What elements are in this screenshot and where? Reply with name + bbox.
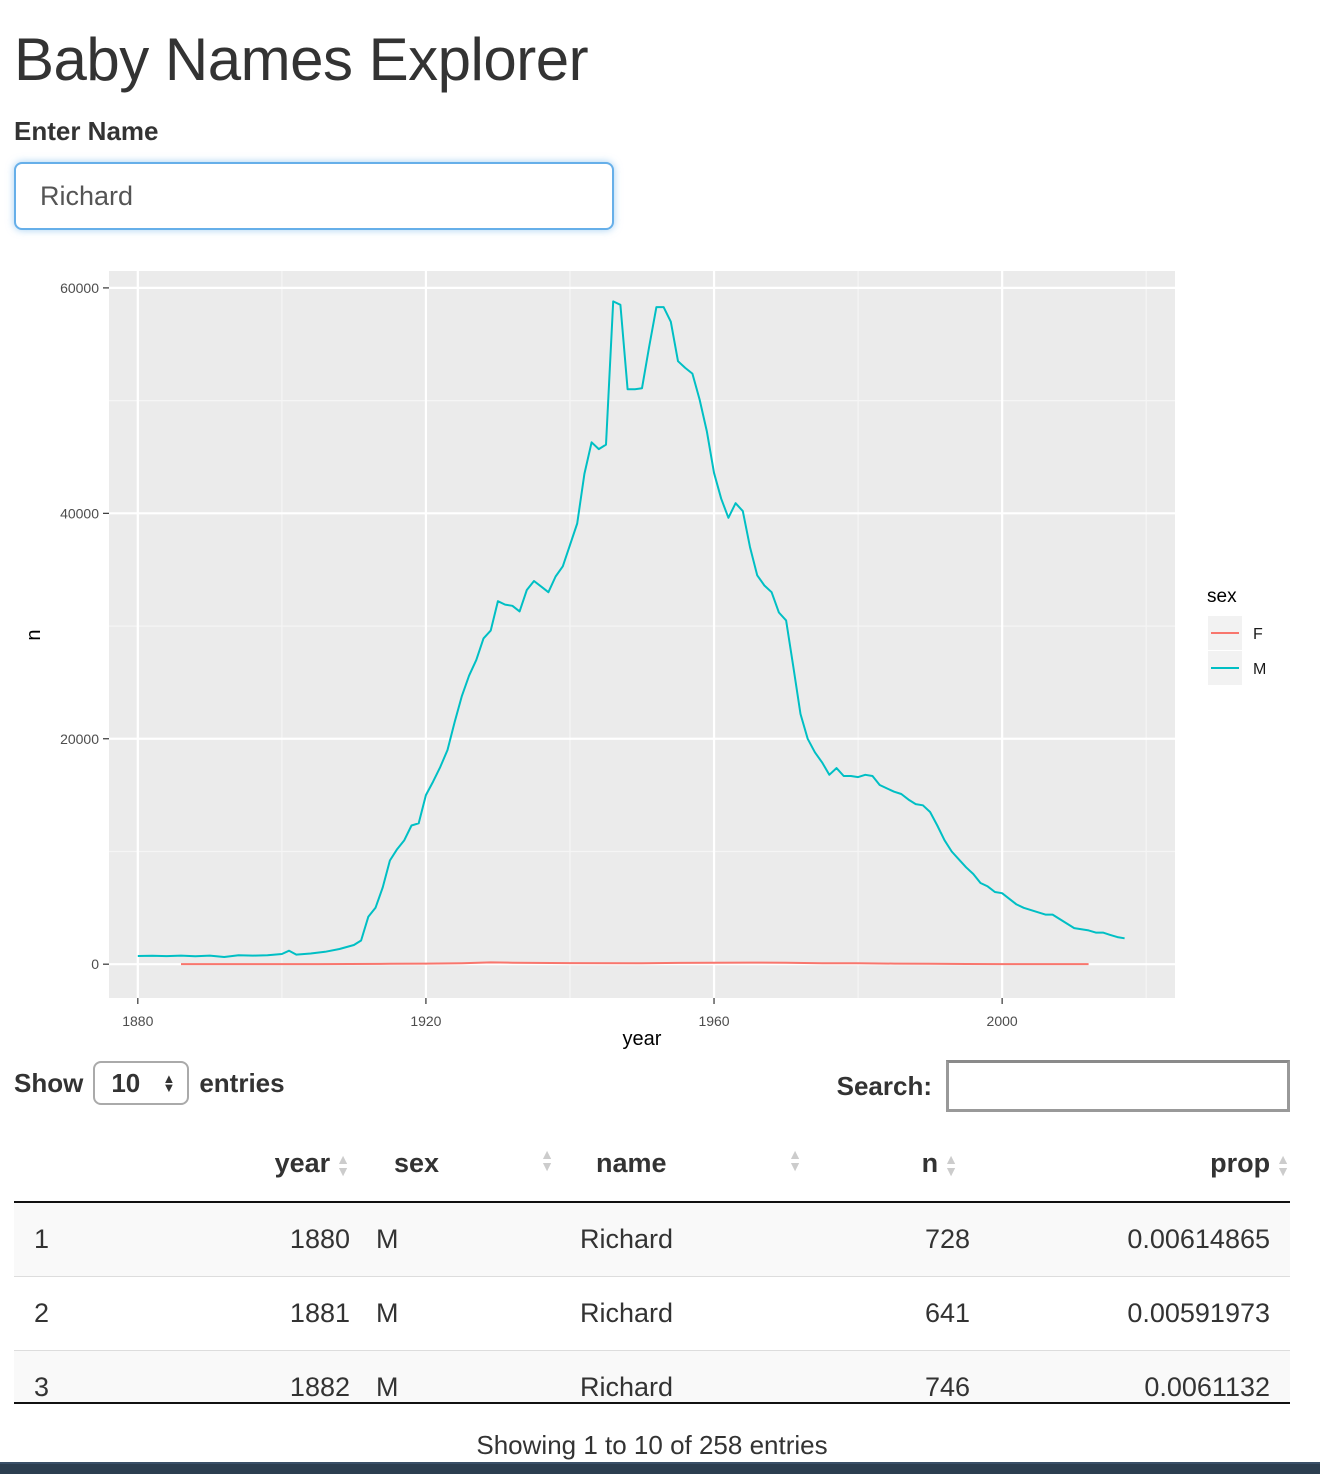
cell-sex: M	[364, 1202, 564, 1276]
legend-title: sex	[1207, 586, 1237, 607]
y-tick-label: 20000	[60, 731, 99, 747]
y-tick-label: 60000	[60, 280, 99, 296]
legend-label-f: F	[1253, 626, 1263, 643]
header-sex[interactable]: sex ▲ ▼	[364, 1126, 564, 1203]
x-tick-label: 1960	[698, 1013, 729, 1029]
sort-icon: ▲ ▼	[944, 1150, 958, 1179]
bottom-bar	[0, 1462, 1320, 1474]
table-header-row: year ▲ ▼ sex ▲ ▼ name ▲ ▼ n ▲ ▼ prop ▲ ▼	[14, 1126, 1290, 1203]
search-control: Search:	[837, 1060, 1290, 1112]
cell-prop: 0.0061132	[1014, 1349, 1290, 1402]
entries-label: entries	[199, 1067, 285, 1098]
y-axis-title: n	[23, 629, 45, 640]
data-table: year ▲ ▼ sex ▲ ▼ name ▲ ▼ n ▲ ▼ prop ▲ ▼ 1 1880 M …	[14, 1126, 1290, 1404]
cell-index: 3	[14, 1349, 134, 1402]
cell-year: 1882	[134, 1349, 364, 1402]
header-n[interactable]: n ▲ ▼	[814, 1126, 1014, 1203]
table-row[interactable]: 3 1882 M Richard 746 0.0061132	[14, 1349, 1290, 1402]
legend-label-m: M	[1253, 661, 1266, 678]
sort-icon: ▲ ▼	[1276, 1150, 1290, 1179]
cell-prop: 0.00614865	[1014, 1202, 1290, 1276]
y-tick-label: 40000	[60, 505, 99, 521]
cell-year: 1880	[134, 1202, 364, 1276]
cell-index: 2	[14, 1275, 134, 1350]
name-input[interactable]	[14, 162, 614, 230]
page-length-select[interactable]: 10 ▲ ▼	[93, 1061, 190, 1105]
app-title: Baby Names Explorer	[14, 26, 589, 93]
x-axis-title: year	[623, 1028, 662, 1050]
name-field-label: Enter Name	[14, 116, 159, 146]
cell-index: 1	[14, 1202, 134, 1276]
cell-name: Richard	[564, 1349, 814, 1402]
header-year[interactable]: year ▲ ▼	[134, 1126, 364, 1203]
page-length-value: 10	[111, 1067, 141, 1098]
legend: sex F M	[1207, 586, 1266, 685]
show-label: Show	[14, 1067, 84, 1098]
cell-n: 728	[814, 1202, 1014, 1276]
cell-n: 746	[814, 1349, 1014, 1402]
sort-icon: ▲ ▼	[336, 1150, 350, 1179]
cell-sex: M	[364, 1275, 564, 1350]
header-prop[interactable]: prop ▲ ▼	[1014, 1126, 1290, 1203]
cell-n: 641	[814, 1275, 1014, 1350]
x-tick-label: 2000	[987, 1013, 1018, 1029]
search-label: Search:	[836, 1070, 932, 1101]
sort-icon: ▲ ▼	[540, 1146, 554, 1174]
sort-icon: ▲ ▼	[788, 1146, 802, 1174]
y-tick-label: 0	[91, 956, 99, 972]
names-line-chart: 1880 1920 1960 20000200004000060000 year n …	[23, 271, 1266, 1050]
length-control: Show 10 ▲ ▼ entries	[14, 1060, 285, 1106]
cell-name: Richard	[564, 1202, 814, 1276]
table-row[interactable]: 2 1881 M Richard 641 0.00591973	[14, 1275, 1290, 1350]
table-info: Showing 1 to 10 of 258 entries	[476, 1430, 828, 1460]
header-name[interactable]: name ▲ ▼	[564, 1126, 814, 1203]
header-index	[14, 1126, 134, 1203]
select-arrows-icon: ▲ ▼	[162, 1071, 176, 1095]
cell-sex: M	[364, 1349, 564, 1402]
plot-panel	[109, 271, 1175, 998]
x-tick-label: 1880	[122, 1013, 153, 1029]
cell-year: 1881	[134, 1275, 364, 1350]
table-row[interactable]: 1 1880 M Richard 728 0.00614865	[14, 1202, 1290, 1276]
x-tick-label: 1920	[410, 1013, 441, 1029]
cell-name: Richard	[564, 1275, 814, 1350]
search-input[interactable]	[946, 1060, 1290, 1112]
cell-prop: 0.00591973	[1014, 1275, 1290, 1350]
